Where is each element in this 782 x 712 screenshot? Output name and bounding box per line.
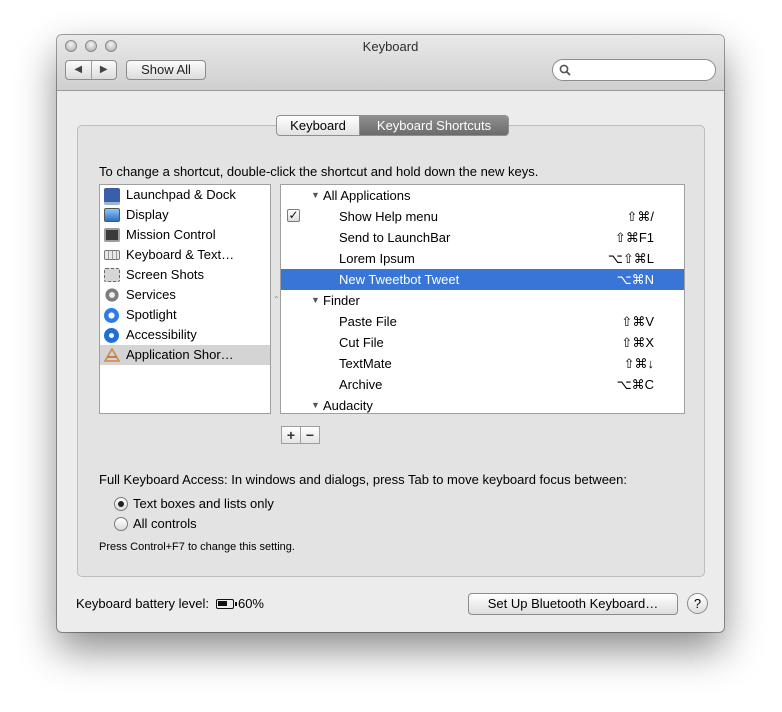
add-shortcut-button[interactable]: + bbox=[282, 427, 301, 443]
disclosure-triangle-icon[interactable]: ▼ bbox=[311, 395, 320, 413]
list-item[interactable]: Lorem Ipsum ⌥⇧⌘L bbox=[281, 248, 684, 269]
sidebar-item-keyboard-text[interactable]: Keyboard & Text… bbox=[100, 245, 270, 265]
window-title: Keyboard bbox=[362, 39, 419, 54]
radio-label: Text boxes and lists only bbox=[133, 496, 274, 511]
remove-shortcut-button[interactable]: − bbox=[301, 427, 319, 443]
app-shortcuts-icon bbox=[103, 347, 121, 362]
shortcut-keys[interactable]: ⇧⌘X bbox=[621, 332, 654, 353]
disclosure-triangle-icon[interactable]: ▼ bbox=[311, 185, 320, 206]
tab-keyboard-shortcuts[interactable]: Keyboard Shortcuts bbox=[360, 116, 508, 135]
accessibility-icon bbox=[104, 328, 119, 343]
sidebar-item-accessibility[interactable]: Accessibility bbox=[100, 325, 270, 345]
sidebar-item-label: Launchpad & Dock bbox=[126, 187, 236, 202]
list-item-group[interactable]: ▼ All Applications bbox=[281, 185, 684, 206]
radio-button[interactable] bbox=[114, 497, 128, 511]
radio-all-controls[interactable]: All controls bbox=[114, 515, 363, 533]
battery-value: 60% bbox=[237, 596, 264, 611]
shortcut-name: New Tweetbot Tweet bbox=[339, 272, 460, 287]
back-button[interactable]: ◀ bbox=[66, 61, 92, 79]
shortcut-name: Lorem Ipsum bbox=[339, 251, 415, 266]
battery-icon bbox=[215, 598, 237, 609]
list-item[interactable]: Send to LaunchBar ⇧⌘F1 bbox=[281, 227, 684, 248]
shortcut-name: Send to LaunchBar bbox=[339, 230, 451, 245]
sidebar-item-label: Screen Shots bbox=[126, 267, 205, 282]
shortcut-name: Cut File bbox=[339, 335, 384, 350]
list-item[interactable]: Archive ⌥⌘C bbox=[281, 374, 684, 395]
sidebar-item-label: Application Shor… bbox=[126, 347, 234, 362]
shortcut-name: Archive bbox=[339, 377, 383, 392]
sidebar-item-launchpad-dock[interactable]: Launchpad & Dock bbox=[100, 185, 270, 205]
help-button[interactable]: ? bbox=[687, 593, 708, 614]
radio-text-boxes-lists[interactable]: Text boxes and lists only bbox=[114, 495, 363, 513]
shortcut-name: Show Help menu bbox=[339, 209, 438, 224]
instructions-text: To change a shortcut, double-click the s… bbox=[99, 164, 539, 179]
sidebar-item-label: Services bbox=[126, 287, 176, 302]
keyboard-access-note: Press Control+F7 to change this setting. bbox=[99, 541, 295, 553]
radio-label: All controls bbox=[133, 516, 197, 531]
search-input[interactable] bbox=[575, 62, 711, 80]
keyboard-icon bbox=[104, 250, 120, 260]
mission-control-icon bbox=[104, 228, 120, 242]
sidebar-item-label: Keyboard & Text… bbox=[126, 247, 235, 262]
add-remove-control: + − bbox=[281, 426, 320, 444]
screenshot-icon bbox=[104, 268, 120, 282]
shortcut-name: Paste File bbox=[339, 314, 397, 329]
shortcut-keys[interactable]: ⇧⌘/ bbox=[626, 206, 654, 227]
shortcut-keys[interactable]: ⌥⌘N bbox=[617, 269, 654, 290]
disclosure-triangle-icon[interactable]: ▼ bbox=[311, 290, 320, 311]
list-item-group[interactable]: ▼ Audacity bbox=[281, 395, 684, 413]
shortcut-category-list: Launchpad & Dock Display Mission Control… bbox=[99, 184, 271, 414]
gear-icon bbox=[104, 288, 120, 302]
shortcut-keys[interactable]: ⌥⇧⌘L bbox=[608, 248, 654, 269]
list-item[interactable]: ✓ Show Help menu ⇧⌘/ bbox=[281, 206, 684, 227]
sidebar-item-application-shortcuts[interactable]: Application Shor… bbox=[100, 345, 270, 365]
sidebar-item-mission-control[interactable]: Mission Control bbox=[100, 225, 270, 245]
tab-keyboard[interactable]: Keyboard bbox=[277, 116, 360, 135]
shortcut-keys[interactable]: ⇧⌘↓ bbox=[624, 353, 654, 374]
shortcut-keys[interactable]: ⇧⌘V bbox=[621, 311, 654, 332]
shortcut-keys[interactable]: ⇧⌘F1 bbox=[615, 227, 654, 248]
sidebar-item-screen-shots[interactable]: Screen Shots bbox=[100, 265, 270, 285]
titlebar: Keyboard ◀ ▶ Show All bbox=[57, 35, 724, 91]
search-field[interactable] bbox=[552, 59, 716, 81]
shortcut-name: TextMate bbox=[339, 356, 392, 371]
sidebar-item-display[interactable]: Display bbox=[100, 205, 270, 225]
list-item-group[interactable]: ▼ Finder bbox=[281, 290, 684, 311]
list-item[interactable]: Cut File ⇧⌘X bbox=[281, 332, 684, 353]
group-label: All Applications bbox=[323, 188, 411, 203]
display-icon bbox=[104, 208, 120, 222]
preferences-window: Keyboard ◀ ▶ Show All Keyboard Keyboard … bbox=[57, 35, 724, 632]
enabled-checkbox[interactable]: ✓ bbox=[287, 209, 300, 222]
group-label: Finder bbox=[323, 293, 360, 308]
list-item[interactable]: Paste File ⇧⌘V bbox=[281, 311, 684, 332]
show-all-button[interactable]: Show All bbox=[126, 60, 206, 80]
full-keyboard-access-label: Full Keyboard Access: In windows and dia… bbox=[99, 472, 627, 487]
setup-bluetooth-keyboard-button[interactable]: Set Up Bluetooth Keyboard… bbox=[468, 593, 678, 615]
sidebar-item-label: Accessibility bbox=[126, 327, 197, 342]
forward-button[interactable]: ▶ bbox=[92, 61, 117, 79]
tab-bar: Keyboard Keyboard Shortcuts bbox=[276, 115, 509, 136]
group-label: Audacity bbox=[323, 398, 373, 413]
list-item[interactable]: TextMate ⇧⌘↓ bbox=[281, 353, 684, 374]
list-resize-handle[interactable]: ⌃ bbox=[273, 295, 280, 304]
shortcuts-outline-list: ▼ All Applications ✓ Show Help menu ⇧⌘/ … bbox=[280, 184, 685, 414]
shortcut-keys[interactable]: ⌥⌘C bbox=[617, 374, 654, 395]
battery-status: Keyboard battery level: 60% bbox=[76, 596, 264, 611]
back-forward-control: ◀ ▶ bbox=[65, 60, 117, 80]
battery-label: Keyboard battery level: bbox=[76, 596, 209, 611]
spotlight-icon bbox=[104, 308, 119, 323]
sidebar-item-services[interactable]: Services bbox=[100, 285, 270, 305]
sidebar-item-label: Display bbox=[126, 207, 169, 222]
sidebar-item-spotlight[interactable]: Spotlight bbox=[100, 305, 270, 325]
radio-button[interactable] bbox=[114, 517, 128, 531]
search-icon bbox=[559, 64, 571, 76]
list-item-selected[interactable]: New Tweetbot Tweet ⌥⌘N bbox=[281, 269, 684, 290]
sidebar-item-label: Mission Control bbox=[126, 227, 216, 242]
launchpad-dock-icon bbox=[104, 188, 120, 205]
sidebar-item-label: Spotlight bbox=[126, 307, 177, 322]
